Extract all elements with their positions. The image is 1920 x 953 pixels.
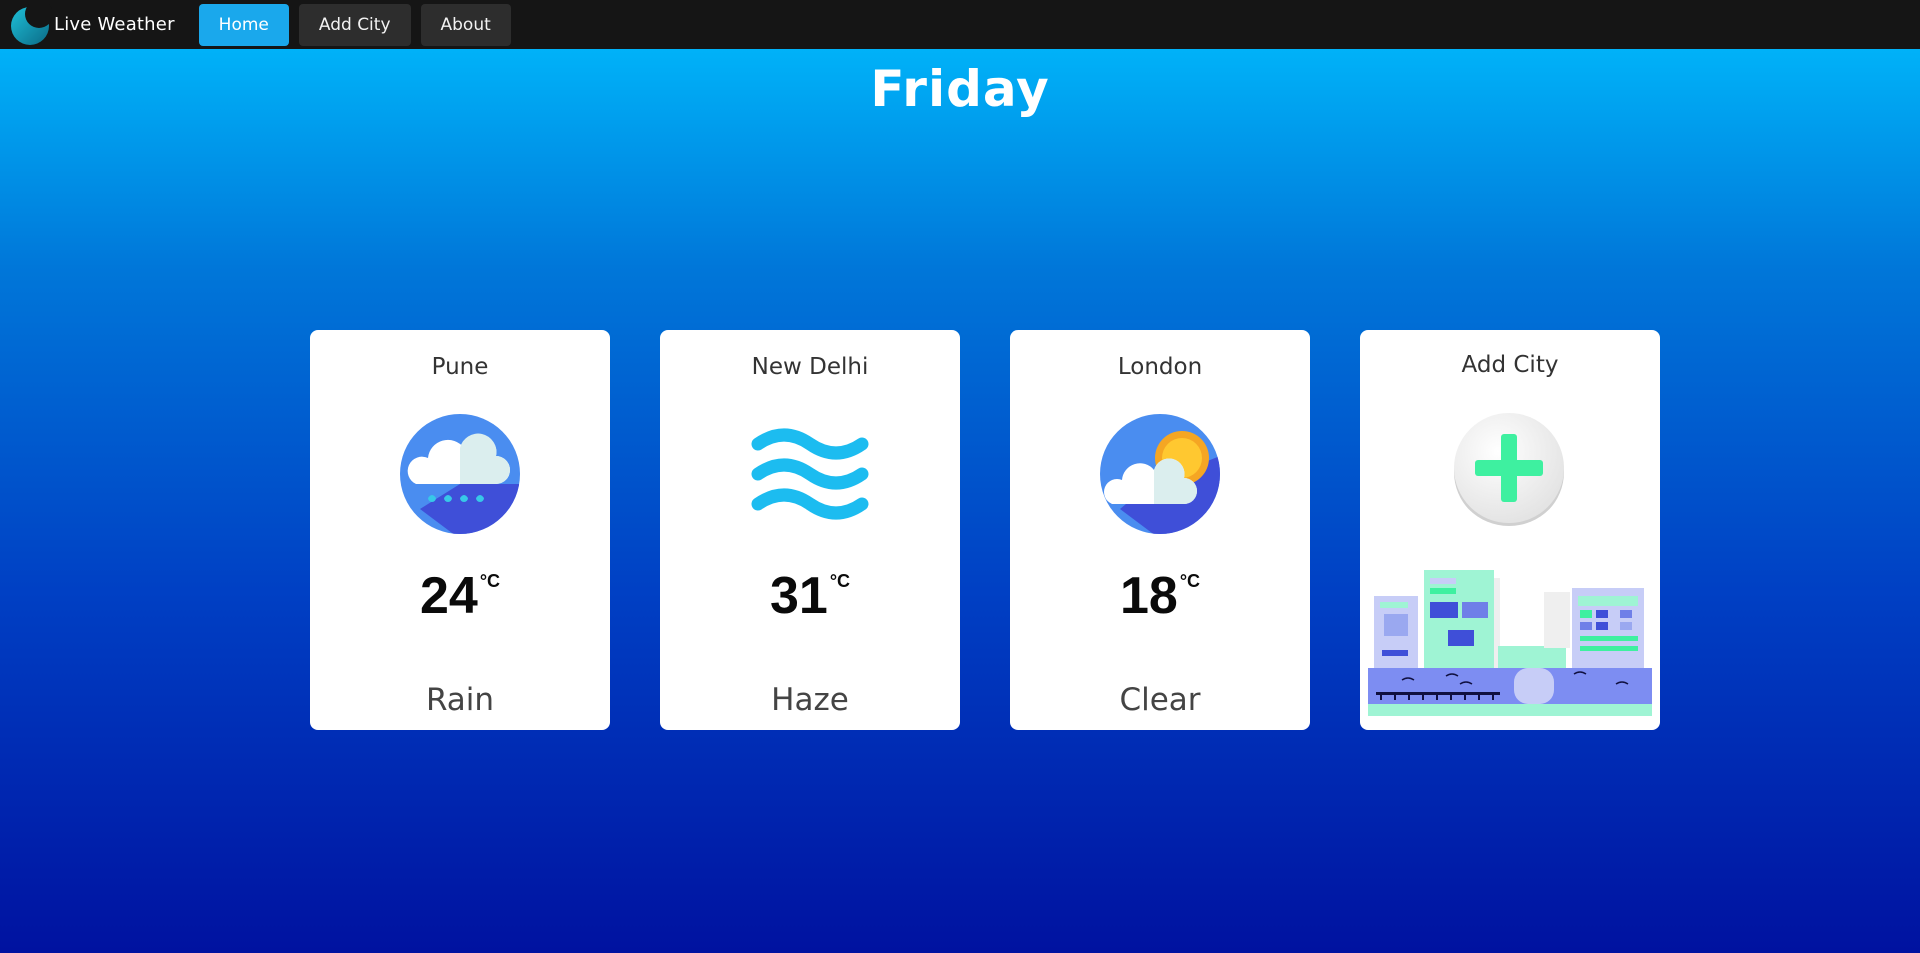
weather-condition: Clear xyxy=(1119,682,1201,718)
city-name: London xyxy=(1117,354,1203,380)
city-card-london[interactable]: London 18 °C Clear xyxy=(1010,330,1310,730)
city-skyline-illustration xyxy=(1368,570,1652,716)
weather-condition: Haze xyxy=(771,682,849,718)
temperature-value: 31 xyxy=(769,567,828,625)
haze-icon xyxy=(751,428,869,520)
brand[interactable]: Live Weather xyxy=(8,0,175,49)
moon-logo-icon xyxy=(11,3,52,45)
plus-icon[interactable] xyxy=(1452,412,1566,526)
temperature-unit: °C xyxy=(1179,571,1201,591)
temperature-unit: °C xyxy=(479,571,501,591)
rain-cloud-icon xyxy=(400,414,520,534)
temperature-value: 18 xyxy=(1119,567,1178,625)
nav-home-button[interactable]: Home xyxy=(198,3,289,46)
nav-add-city-button[interactable]: Add City xyxy=(298,3,411,46)
add-city-card[interactable]: Add City xyxy=(1360,330,1660,730)
city-card-new-delhi[interactable]: New Delhi 31 °C Haze xyxy=(660,330,960,730)
temperature: 24 °C xyxy=(310,566,610,626)
day-title: Friday xyxy=(870,60,1050,118)
temperature-unit: °C xyxy=(829,571,851,591)
city-cards: Pune 24 °C Rain New Delhi 31 °C Haze Lon… xyxy=(310,330,1660,730)
nav-about-button[interactable]: About xyxy=(420,3,511,46)
temperature: 31 °C xyxy=(660,566,960,626)
temperature-value: 24 xyxy=(419,567,478,625)
weather-condition: Rain xyxy=(425,682,495,718)
nav-links: Home Add City About xyxy=(198,3,521,46)
city-name: New Delhi xyxy=(751,354,869,380)
sun-cloud-icon xyxy=(1100,414,1220,534)
add-city-title: Add City xyxy=(1461,352,1559,378)
city-card-pune[interactable]: Pune 24 °C Rain xyxy=(310,330,610,730)
temperature: 18 °C xyxy=(1010,566,1310,626)
brand-name: Live Weather xyxy=(54,14,175,35)
navbar: Live Weather Home Add City About xyxy=(0,0,1920,49)
city-name: Pune xyxy=(431,354,489,380)
